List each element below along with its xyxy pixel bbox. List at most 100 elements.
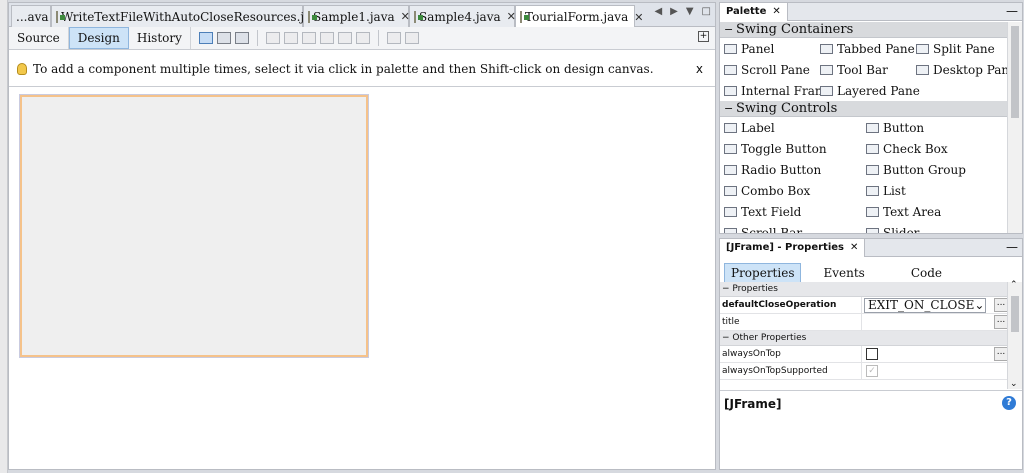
- property-row-alwaysontop: alwaysOnTop ...: [720, 346, 1008, 363]
- palette-item-combo-box[interactable]: Combo Box: [720, 184, 862, 198]
- close-icon[interactable]: ✕: [850, 242, 858, 253]
- button-icon: [866, 122, 879, 133]
- property-scrollbar[interactable]: ⌃ ⌄: [1007, 280, 1022, 389]
- palette-row: Scroll Pane Tool Bar Desktop Pane: [720, 59, 1008, 80]
- tab-label: Sample1.java: [313, 9, 395, 24]
- property-value: ✓: [862, 363, 1008, 379]
- title-value-field[interactable]: ...: [862, 314, 1008, 330]
- center-vertically-icon[interactable]: [355, 32, 370, 44]
- dropdown-value: EXIT_ON_CLOSE: [868, 298, 975, 312]
- preview-design-icon[interactable]: [234, 32, 249, 44]
- collapse-icon[interactable]: −: [724, 102, 736, 115]
- close-hint-button[interactable]: x: [696, 62, 703, 76]
- tab-properties[interactable]: Properties: [724, 262, 802, 283]
- jframe-form[interactable]: [19, 94, 369, 358]
- palette-item-tabbed-pane[interactable]: Tabbed Pane: [816, 42, 915, 56]
- palette-section-swing-containers[interactable]: − Swing Containers: [720, 22, 1008, 38]
- edit-ellipsis-button[interactable]: ...: [994, 347, 1008, 361]
- chevron-down-icon: ⌄: [974, 298, 985, 312]
- editor-tab-tourialform[interactable]: TourialForm.java ✕: [515, 5, 643, 28]
- editor-tab-truncated[interactable]: ...ava ✕: [11, 5, 64, 27]
- palette-item-text-field[interactable]: Text Field: [720, 205, 862, 219]
- editor-tab-sample4[interactable]: Sample4.java ✕: [409, 5, 516, 27]
- expand-toolbar-icon[interactable]: +: [698, 31, 709, 42]
- palette-item-panel[interactable]: Panel: [720, 42, 816, 56]
- align-top-icon[interactable]: [319, 32, 334, 44]
- palette-row: Panel Tabbed Pane Split Pane: [720, 38, 1008, 59]
- properties-tab[interactable]: [JFrame] - Properties ✕: [720, 239, 866, 257]
- palette-item-layered-pane[interactable]: Layered Pane: [816, 84, 920, 98]
- design-button[interactable]: Design: [68, 27, 129, 49]
- palette-item-label[interactable]: Label: [720, 121, 862, 135]
- edit-ellipsis-button[interactable]: ...: [994, 315, 1008, 329]
- palette-item-slider[interactable]: Slider: [862, 226, 1004, 233]
- item-label: Scroll Pane: [741, 62, 810, 77]
- design-tools: [198, 30, 419, 46]
- collapse-icon[interactable]: −: [724, 23, 736, 36]
- hint-bar: To add a component multiple times, selec…: [9, 51, 715, 87]
- palette-item-tool-bar[interactable]: Tool Bar: [816, 63, 912, 77]
- tab-events[interactable]: Events: [817, 263, 870, 283]
- editor-tab-sample1[interactable]: Sample1.java ✕: [303, 5, 410, 27]
- palette-item-split-pane[interactable]: Split Pane: [912, 42, 1008, 56]
- align-bottom-icon[interactable]: [337, 32, 352, 44]
- always-on-top-checkbox[interactable]: [866, 348, 878, 360]
- scrollbar-thumb[interactable]: [1011, 26, 1019, 118]
- item-label: Layered Pane: [837, 83, 920, 98]
- palette-section-swing-controls[interactable]: − Swing Controls: [720, 101, 1008, 117]
- source-button[interactable]: Source: [9, 27, 69, 49]
- collapse-icon[interactable]: −: [722, 333, 732, 343]
- palette-item-desktop-pane[interactable]: Desktop Pane: [912, 63, 1008, 77]
- palette-item-button-group[interactable]: Button Group: [862, 163, 1004, 177]
- palette-tab[interactable]: Palette ✕: [720, 3, 788, 21]
- close-operation-dropdown[interactable]: EXIT_ON_CLOSE ⌄: [864, 297, 986, 313]
- chevron-up-icon[interactable]: ⌃: [1010, 280, 1018, 290]
- palette-item-radio-button[interactable]: Radio Button: [720, 163, 862, 177]
- edit-ellipsis-button[interactable]: ...: [994, 298, 1008, 312]
- tab-list-icon[interactable]: ▼: [686, 6, 694, 17]
- palette-body: − Swing Containers Panel Tabbed Pane Spl…: [720, 22, 1008, 233]
- palette-item-button[interactable]: Button: [862, 121, 1004, 135]
- toolbar-separator: [377, 30, 379, 46]
- palette-item-text-area[interactable]: Text Area: [862, 205, 1004, 219]
- center-horizontally-icon[interactable]: [301, 32, 316, 44]
- align-right-icon[interactable]: [283, 32, 298, 44]
- close-icon[interactable]: ✕: [634, 11, 643, 24]
- properties-window: [JFrame] - Properties ✕ — Properties Eve…: [719, 238, 1023, 470]
- design-canvas[interactable]: [9, 88, 715, 469]
- palette-item-internal-frame[interactable]: Internal Frame: [720, 84, 833, 98]
- item-label: Panel: [741, 41, 775, 56]
- toggle-button-icon: [724, 143, 737, 154]
- minimize-icon[interactable]: —: [1006, 4, 1018, 18]
- selection-mode-icon[interactable]: [198, 32, 213, 44]
- editor-window: ...ava ✕ WriteTextFileWithAutoCloseResou…: [8, 2, 716, 470]
- history-button[interactable]: History: [129, 27, 191, 49]
- scrollbar-thumb[interactable]: [1011, 296, 1019, 332]
- properties-title-bar: [JFrame] - Properties ✕ —: [720, 239, 1022, 257]
- palette-item-scroll-pane[interactable]: Scroll Pane: [720, 63, 816, 77]
- connection-mode-icon[interactable]: [216, 32, 231, 44]
- minimize-icon[interactable]: —: [1006, 240, 1018, 254]
- property-section-properties[interactable]: − Properties: [720, 282, 1008, 297]
- help-icon[interactable]: ?: [1002, 396, 1016, 410]
- palette-item-check-box[interactable]: Check Box: [862, 142, 1004, 156]
- palette-item-list[interactable]: List: [862, 184, 1004, 198]
- align-left-icon[interactable]: [265, 32, 280, 44]
- property-section-other[interactable]: − Other Properties: [720, 331, 1008, 346]
- editor-tab-writetextfile[interactable]: WriteTextFileWithAutoCloseResources.java…: [51, 5, 340, 27]
- tab-code[interactable]: Code: [905, 263, 948, 283]
- palette-scrollbar[interactable]: [1007, 22, 1022, 233]
- palette-item-toggle-button[interactable]: Toggle Button: [720, 142, 862, 156]
- collapse-icon[interactable]: −: [722, 284, 732, 294]
- chevron-down-icon[interactable]: ⌄: [1010, 379, 1018, 389]
- property-key: alwaysOnTopSupported: [720, 363, 862, 379]
- close-icon[interactable]: ✕: [772, 6, 780, 17]
- scroll-left-icon[interactable]: ◀: [654, 6, 662, 17]
- palette-item-scroll-bar[interactable]: Scroll Bar: [720, 226, 862, 233]
- tab-label: ...ava: [16, 9, 49, 24]
- scroll-right-icon[interactable]: ▶: [670, 6, 678, 17]
- palette-row: Scroll Bar Slider: [720, 222, 1008, 233]
- maximize-icon[interactable]: □: [702, 6, 711, 17]
- horizontal-resize-icon[interactable]: [386, 32, 401, 44]
- vertical-resize-icon[interactable]: [404, 32, 419, 44]
